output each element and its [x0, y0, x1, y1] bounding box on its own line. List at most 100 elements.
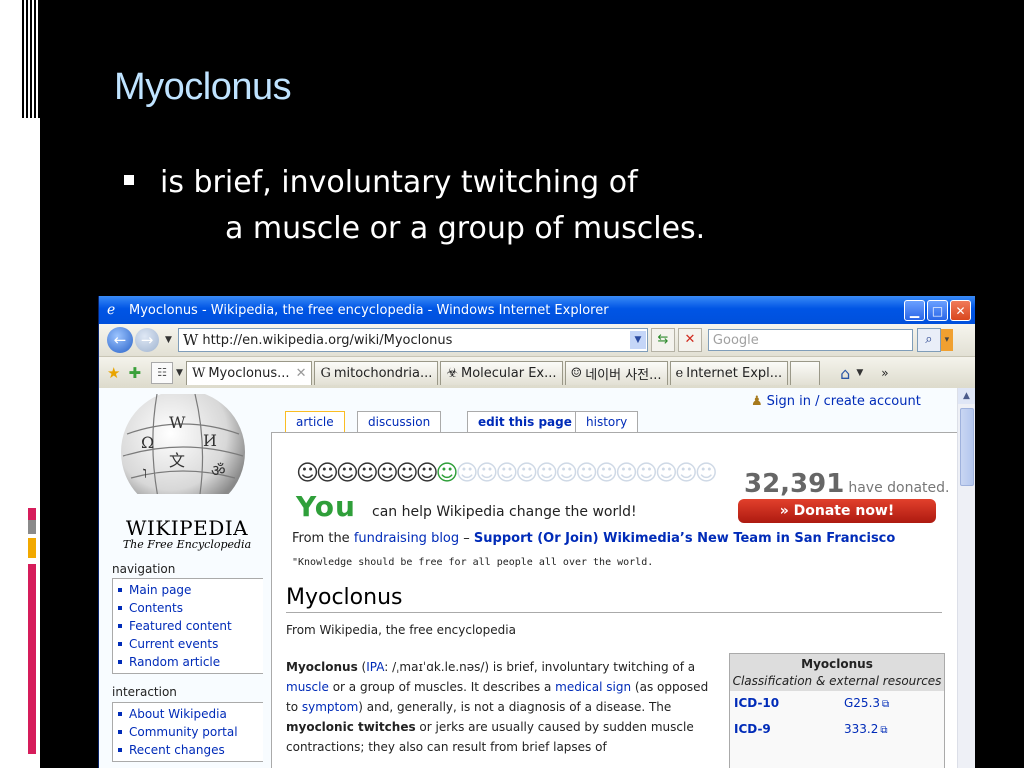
- tab-list-dropdown-icon[interactable]: ▼: [176, 368, 183, 378]
- infobox-subtitle: Classification & external resources: [732, 674, 942, 688]
- window-title: Myoclonus - Wikipedia, the free encyclop…: [129, 302, 609, 318]
- symptom-link[interactable]: symptom: [302, 700, 358, 714]
- address-input[interactable]: http://en.wikipedia.org/wiki/Myoclonus: [202, 333, 630, 348]
- nav-item-main-page[interactable]: Main page: [113, 581, 263, 599]
- google-favicon-icon: G: [320, 366, 331, 381]
- ipa-link[interactable]: IPA: [366, 660, 384, 674]
- home-dropdown-icon[interactable]: ▼: [856, 368, 863, 378]
- donate-now-button[interactable]: » Donate now!: [738, 499, 936, 523]
- icd10-value-link[interactable]: G25.3 ⧉: [844, 691, 889, 717]
- user-icon: ♟: [751, 394, 763, 409]
- tab-close-icon[interactable]: ✕: [296, 366, 307, 381]
- browser-window: ℯ Myoclonus - Wikipedia, the free encycl…: [98, 296, 975, 768]
- site-subtitle: From Wikipedia, the free encyclopedia: [286, 623, 516, 637]
- infobox-row: ICD-10 G25.3 ⧉: [730, 691, 944, 717]
- address-dropdown-icon[interactable]: ▼: [629, 331, 646, 349]
- wikipedia-favicon-icon: W: [191, 366, 206, 381]
- address-bar[interactable]: W http://en.wikipedia.org/wiki/Myoclonus…: [177, 328, 648, 352]
- medical-sign-link[interactable]: medical sign: [555, 680, 631, 694]
- wikipedia-page: W Ω И 文 ॐ ו Wikipedia The Free Encyclope…: [99, 388, 958, 768]
- tab-label: Internet Expl...: [686, 366, 783, 381]
- accent-bar: [28, 538, 36, 558]
- molecular-favicon-icon: ☣: [446, 366, 458, 381]
- wikipedia-favicon-icon: W: [182, 331, 199, 349]
- accent-bar: [28, 520, 36, 534]
- dash-text: –: [463, 531, 470, 546]
- address-toolbar: ← → ▼ W http://en.wikipedia.org/wiki/Myo…: [99, 324, 975, 357]
- interaction-heading: interaction: [112, 685, 177, 699]
- title-bar[interactable]: ℯ Myoclonus - Wikipedia, the free encycl…: [99, 296, 975, 324]
- favorites-star-icon[interactable]: ★: [107, 364, 120, 382]
- home-icon[interactable]: ⌂: [840, 364, 850, 383]
- nav-item-contents[interactable]: Contents: [113, 599, 263, 617]
- tab-label: Molecular Ex...: [461, 366, 557, 381]
- tab-naver[interactable]: ☺ 네이버 사전...: [564, 361, 668, 385]
- more-tools-icon[interactable]: »: [881, 366, 888, 380]
- svg-text:ו: ו: [143, 463, 147, 482]
- tab-mitochondria[interactable]: G mitochondria...: [314, 361, 439, 385]
- fundraising-blog-link[interactable]: fundraising blog: [354, 531, 459, 546]
- nav-item-current-events[interactable]: Current events: [113, 635, 263, 653]
- signin-link[interactable]: ♟ Sign in / create account: [751, 394, 921, 409]
- tab-history[interactable]: history: [575, 411, 639, 432]
- tab-discussion[interactable]: discussion: [357, 411, 442, 432]
- add-favorites-icon[interactable]: ✚: [128, 364, 141, 382]
- icd10-link[interactable]: ICD-10: [734, 691, 844, 717]
- infobox-row: ICD-9 333.2 ⧉: [730, 717, 944, 743]
- maximize-button[interactable]: □: [927, 299, 948, 321]
- naver-favicon-icon: ☺: [570, 366, 583, 381]
- navigation-heading: navigation: [112, 562, 176, 576]
- tab-myoclonus[interactable]: W Myoclonus... ✕: [185, 361, 313, 385]
- tab-label: Myoclonus...: [208, 366, 290, 381]
- nav-item-random-article[interactable]: Random article: [113, 653, 263, 671]
- quick-tabs-icon[interactable]: ☷: [151, 362, 174, 384]
- vertical-scrollbar[interactable]: ▲: [957, 388, 975, 768]
- back-button[interactable]: ←: [107, 327, 133, 353]
- search-dropdown-icon[interactable]: ▾: [940, 329, 953, 351]
- infobox-header: Myoclonus Classification & external reso…: [730, 654, 944, 691]
- page-title: Myoclonus: [286, 585, 942, 613]
- interaction-item-about-wikipedia[interactable]: About Wikipedia: [113, 705, 263, 723]
- new-tab-button[interactable]: [790, 361, 821, 385]
- donated-text: have donated.: [848, 480, 950, 496]
- search-icon[interactable]: ⌕: [916, 328, 941, 352]
- svg-text:W: W: [169, 413, 186, 432]
- donation-count: 32,391 have donated.: [744, 469, 950, 499]
- support-team-link[interactable]: Support (Or Join) Wikimedia’s New Team i…: [474, 531, 895, 546]
- wikipedia-wordmark[interactable]: Wikipedia: [117, 516, 257, 540]
- search-input[interactable]: Google: [707, 329, 913, 351]
- icd10-value: G25.3: [844, 696, 881, 710]
- close-button[interactable]: ✕: [950, 299, 971, 321]
- icd9-link[interactable]: ICD-9: [734, 717, 844, 743]
- refresh-icon[interactable]: ⇆: [650, 328, 675, 352]
- tab-article[interactable]: article: [285, 411, 345, 434]
- tab-molecular[interactable]: ☣ Molecular Ex...: [440, 361, 563, 385]
- history-dropdown-icon[interactable]: ▼: [165, 335, 172, 345]
- minimize-button[interactable]: ▁: [904, 299, 925, 321]
- banner-you: You: [296, 490, 356, 523]
- forward-button[interactable]: →: [135, 328, 159, 352]
- banner-quote: "Knowledge should be free for all people…: [292, 557, 654, 568]
- muscle-link[interactable]: muscle: [286, 680, 329, 694]
- scroll-up-icon[interactable]: ▲: [958, 388, 975, 404]
- article-content: ☺☺☺☺☺☺☺☺☺☺☺☺☺☺☺☺☺☺☺☺☺ You can help Wikip…: [271, 432, 958, 768]
- tab-edit-this-page[interactable]: edit this page: [467, 411, 583, 432]
- bullet-marker: [124, 175, 134, 185]
- ie-icon: ℯ: [107, 302, 116, 318]
- article-intro: Myoclonus (IPA: /ˌmaɪˈɑk.le.nəs/) is bri…: [286, 657, 718, 757]
- tab-internet-explorer[interactable]: e Internet Expl...: [669, 361, 789, 385]
- scrollbar-thumb[interactable]: [960, 408, 974, 486]
- interaction-list: About Wikipedia Community portal Recent ch…: [113, 705, 263, 759]
- interaction-portlet: About Wikipedia Community portal Recent ch…: [112, 702, 263, 762]
- infobox: Myoclonus Classification & external reso…: [729, 653, 945, 768]
- interaction-item-community-portal[interactable]: Community portal: [113, 723, 263, 741]
- icd9-value-link[interactable]: 333.2 ⧉: [844, 717, 888, 743]
- bullet-line-2: a muscle or a group of muscles.: [225, 211, 706, 246]
- nav-item-featured-content[interactable]: Featured content: [113, 617, 263, 635]
- svg-text:文: 文: [169, 451, 185, 470]
- decor-bars: [22, 0, 40, 118]
- interaction-item-recent-changes[interactable]: Recent changes: [113, 741, 263, 759]
- stop-icon[interactable]: ✕: [677, 328, 702, 352]
- external-link-icon: ⧉: [880, 725, 888, 736]
- wikipedia-globe-logo[interactable]: W Ω И 文 ॐ ו: [117, 394, 245, 494]
